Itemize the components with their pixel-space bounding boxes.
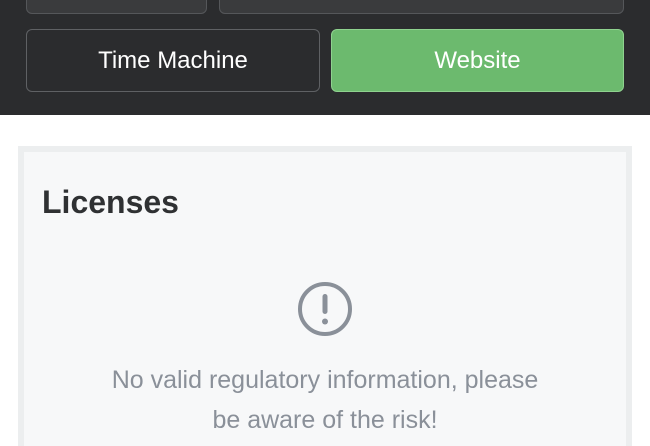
website-button[interactable]: Website	[331, 29, 624, 92]
licenses-card: Licenses No valid regulatory information…	[18, 146, 632, 446]
partial-button-left[interactable]	[26, 0, 207, 14]
notice-line-1: No valid regulatory information, please	[111, 366, 539, 394]
notice-line-2: be aware of the risk!	[212, 406, 438, 434]
top-action-panel: Time Machine Website	[0, 0, 650, 115]
time-machine-button[interactable]: Time Machine	[26, 29, 320, 92]
licenses-title: Licenses	[42, 184, 179, 220]
partial-button-right[interactable]	[219, 0, 624, 14]
regulatory-notice: No valid regulatory information, please …	[24, 360, 626, 440]
exclamation-circle-icon	[298, 282, 352, 336]
